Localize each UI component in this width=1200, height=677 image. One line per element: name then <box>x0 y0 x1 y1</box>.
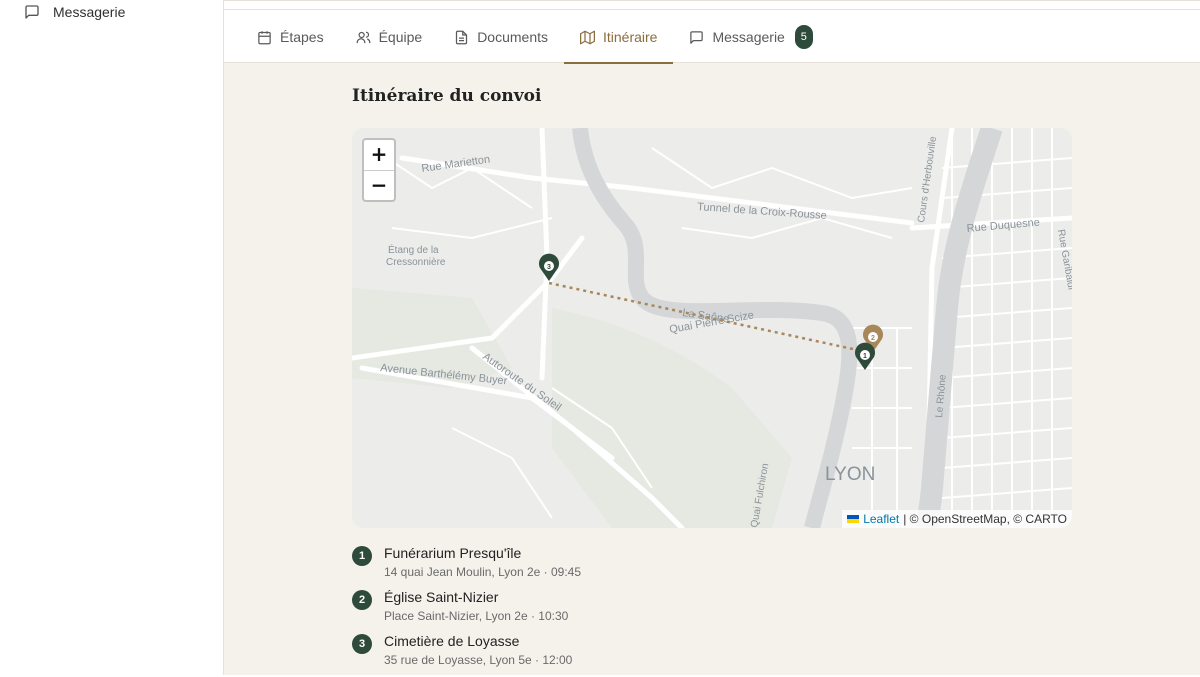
sidebar-item-label: Messagerie <box>53 4 126 20</box>
stop-name: Cimetière de Loyasse <box>384 633 520 649</box>
tab-messagerie[interactable]: Messagerie 5 <box>673 10 828 64</box>
tab-label: Messagerie <box>712 29 785 45</box>
tab-equipe[interactable]: Équipe <box>340 10 439 64</box>
sidebar-item-messagerie[interactable]: Messagerie <box>24 2 125 22</box>
page-title: Itinéraire du convoi <box>352 86 542 106</box>
tab-label: Itinéraire <box>603 29 658 45</box>
stop-number-badge: 2 <box>352 590 372 610</box>
list-item: 3 Cimetière de Loyasse 35 rue de Loyasse… <box>352 633 1072 677</box>
map-street-label: Étang de la <box>388 243 439 256</box>
list-item: 2 Église Saint-Nizier Place Saint-Nizier… <box>352 589 1072 633</box>
users-icon <box>356 31 370 43</box>
sidebar: Messagerie <box>0 0 224 675</box>
stop-detail: Place Saint-Nizier, Lyon 2e · 10:30 <box>384 609 569 623</box>
tab-bar: Étapes Équipe Documents Itinéraire Messa… <box>224 0 1200 64</box>
tab-itineraire[interactable]: Itinéraire <box>564 10 674 64</box>
main-content: Étapes Équipe Documents Itinéraire Messa… <box>224 0 1200 675</box>
message-square-icon <box>690 30 704 44</box>
marker-label: 3 <box>547 264 551 271</box>
leaflet-link[interactable]: Leaflet <box>863 510 899 528</box>
tab-label: Étapes <box>280 29 324 45</box>
tab-label: Documents <box>477 29 548 45</box>
marker-label: 1 <box>863 353 867 360</box>
message-square-icon <box>25 5 39 19</box>
map-attribution: Leaflet | © OpenStreetMap, © CARTO <box>842 510 1072 528</box>
file-text-icon <box>456 30 468 44</box>
zoom-control: + − <box>362 138 396 202</box>
stop-detail: 35 rue de Loyasse, Lyon 5e · 12:00 <box>384 653 573 667</box>
tab-label: Équipe <box>378 29 423 45</box>
ukraine-flag-icon <box>847 515 860 523</box>
map-tiles[interactable]: Rue Marietton Tunnel de la Croix-Rousse … <box>352 128 1072 528</box>
unread-count-badge: 5 <box>794 25 813 49</box>
map-icon <box>580 30 595 44</box>
stop-detail: 14 quai Jean Moulin, Lyon 2e · 09:45 <box>384 565 582 579</box>
zoom-in-button[interactable]: + <box>364 140 394 171</box>
map-street-label: Cressonnière <box>386 257 446 268</box>
stop-list: 1 Funérarium Presqu'île 14 quai Jean Mou… <box>352 545 1072 677</box>
attribution-text: | © OpenStreetMap, © CARTO <box>903 512 1067 526</box>
marker-label: 2 <box>871 335 875 342</box>
tab-documents[interactable]: Documents <box>438 10 564 64</box>
tab-etapes[interactable]: Étapes <box>241 10 340 64</box>
route-map[interactable]: Rue Marietton Tunnel de la Croix-Rousse … <box>352 128 1072 528</box>
stop-number-badge: 3 <box>352 634 372 654</box>
stop-name: Église Saint-Nizier <box>384 589 499 605</box>
stop-number-badge: 1 <box>352 546 372 566</box>
calendar-icon <box>258 30 271 44</box>
zoom-out-button[interactable]: − <box>364 171 394 201</box>
stop-name: Funérarium Presqu'île <box>384 545 522 561</box>
map-city-label: LYON <box>825 464 875 485</box>
list-item: 1 Funérarium Presqu'île 14 quai Jean Mou… <box>352 545 1072 589</box>
